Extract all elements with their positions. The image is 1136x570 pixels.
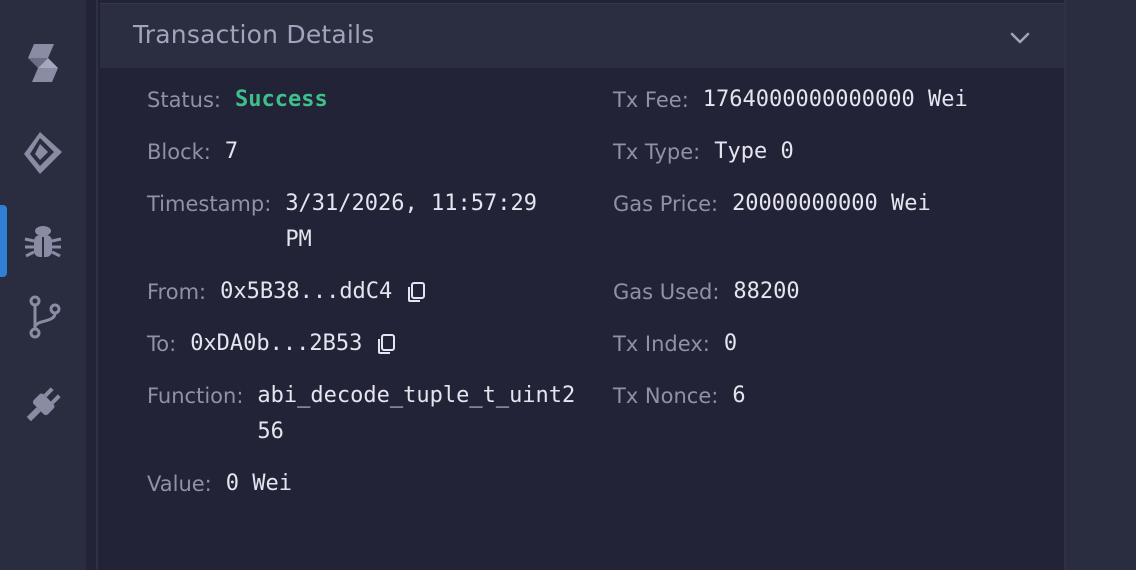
sidebar-divider: [86, 0, 96, 570]
copy-icon[interactable]: [374, 332, 398, 356]
chevron-down-icon[interactable]: [1008, 26, 1032, 50]
tx-nonce-label: Tx Nonce:: [613, 384, 719, 408]
gas-used-value: 88200: [733, 279, 800, 304]
to-value: 0xDA0b...2B53: [190, 331, 363, 356]
value-label: Value:: [147, 472, 212, 496]
panel-title: Transaction Details: [133, 20, 375, 49]
to-label: To:: [147, 332, 177, 356]
tx-type-label: Tx Type:: [613, 140, 701, 164]
tx-fee-label: Tx Fee:: [613, 88, 689, 112]
function-label: Function:: [147, 384, 244, 408]
solidity-icon[interactable]: [20, 40, 66, 86]
tx-index-value: 0: [723, 331, 738, 356]
tx-fee-field: Tx Fee: 1764000000000000 Wei: [613, 82, 968, 118]
right-panel-edge: [1066, 0, 1136, 570]
panel-header[interactable]: Transaction Details: [100, 3, 1064, 68]
from-field: From: 0x5B38...ddC4: [147, 274, 428, 310]
active-indicator: [0, 205, 7, 277]
tx-type-value: Type 0: [714, 139, 794, 164]
block-value: 7: [224, 139, 239, 164]
tx-index-label: Tx Index:: [613, 332, 710, 356]
tx-fee-value: 1764000000000000 Wei: [702, 87, 968, 112]
to-field: To: 0xDA0b...2B53: [147, 326, 398, 362]
value-field: Value: 0 Wei: [147, 466, 292, 502]
plug-icon[interactable]: [20, 382, 66, 428]
ethereum-icon[interactable]: [20, 130, 66, 176]
timestamp-label: Timestamp:: [147, 192, 272, 216]
function-value: abi_decode_tuple_t_uint256: [257, 383, 576, 444]
copy-icon[interactable]: [404, 280, 428, 304]
from-label: From:: [147, 280, 207, 304]
timestamp-value: 3/31/2026, 11:57:29 PM: [285, 191, 537, 252]
gas-price-field: Gas Price: 20000000000 Wei: [613, 186, 931, 222]
timestamp-field: Timestamp: 3/31/2026, 11:57:29 PM: [147, 186, 575, 258]
bug-icon[interactable]: [20, 218, 66, 264]
block-label: Block:: [147, 140, 211, 164]
gas-price-value: 20000000000 Wei: [732, 191, 931, 216]
tx-nonce-field: Tx Nonce: 6: [613, 378, 746, 414]
icon-sidebar: [0, 0, 86, 570]
status-label: Status:: [147, 88, 221, 112]
block-field: Block: 7: [147, 134, 238, 170]
gas-used-field: Gas Used: 88200: [613, 274, 800, 310]
status-value: Success: [235, 87, 328, 112]
tx-index-field: Tx Index: 0: [613, 326, 737, 362]
gas-used-label: Gas Used:: [613, 280, 720, 304]
status-field: Status: Success: [147, 82, 328, 118]
from-value: 0x5B38...ddC4: [220, 279, 393, 304]
gas-price-label: Gas Price:: [613, 192, 719, 216]
value-value: 0 Wei: [225, 471, 292, 496]
function-field: Function: abi_decode_tuple_t_uint256: [147, 378, 577, 450]
tx-nonce-value: 6: [732, 383, 746, 408]
tx-type-field: Tx Type: Type 0: [613, 134, 794, 170]
transaction-details-panel: Transaction Details Status: Success Bloc…: [96, 0, 1066, 570]
git-branch-icon[interactable]: [20, 294, 66, 340]
